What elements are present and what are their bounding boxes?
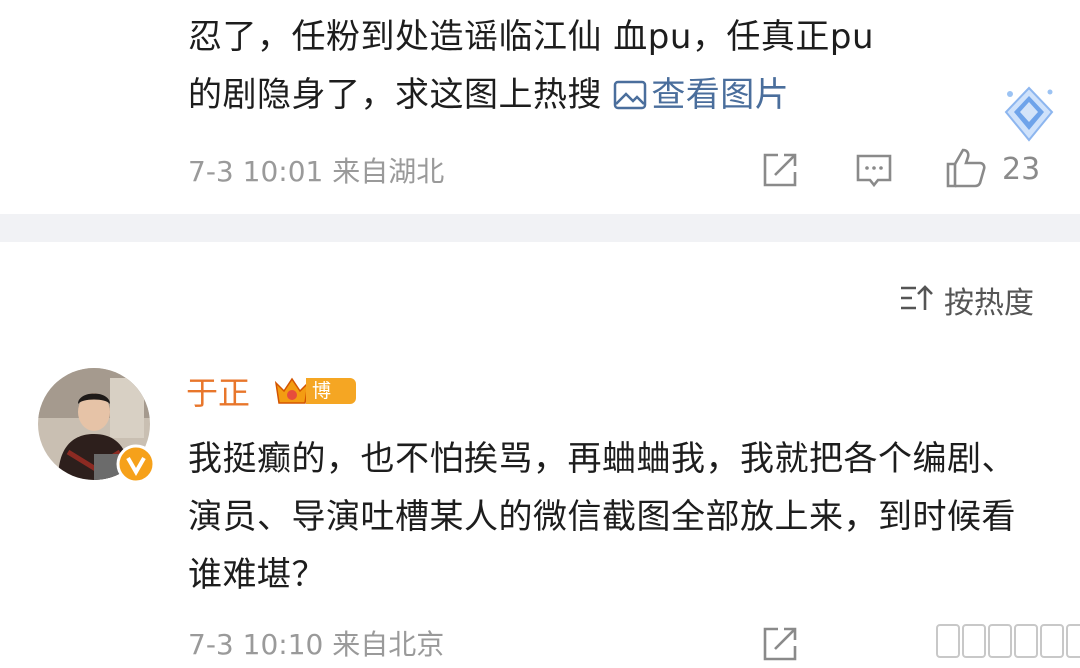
comment-text-line: 的剧隐身了，求这图上热搜 查看图片 (188, 66, 1008, 128)
comment-text-line: 忍了，任粉到处造谣临江仙 血pu，任真正pu (188, 17, 875, 57)
comment-text: 忍了，任粉到处造谣临江仙 血pu，任真正pu 的剧隐身了，求这图上热搜 查看图片 (188, 8, 1008, 128)
diamond-icon (996, 82, 1062, 148)
watermark-glyph (1040, 624, 1064, 658)
watermark-glyph (988, 624, 1012, 658)
comment-timestamp: 7-3 10:01 (188, 155, 324, 188)
verified-icon (116, 444, 156, 484)
top-comment: 忍了，任粉到处造谣临江仙 血pu，任真正pu 的剧隐身了，求这图上热搜 查看图片… (0, 0, 1080, 214)
comment-meta: 7-3 10:01 来自湖北 (188, 150, 444, 190)
comment-text: 我挺癫的，也不怕挨骂，再蛐蛐我，我就把各个编剧、演员、导演吐槽某人的微信截图全部… (188, 439, 1016, 595)
watermark-glyph (1014, 624, 1038, 658)
comment-text-fragment: 的剧隐身了，求这图上热搜 (188, 75, 602, 115)
like-count: 23 (1002, 152, 1041, 187)
watermark-glyph (1066, 624, 1080, 658)
comment-icon[interactable] (854, 150, 896, 192)
share-icon[interactable] (760, 150, 802, 192)
share-icon[interactable] (760, 624, 802, 666)
comment-meta: 7-3 10:10 来自北京 (188, 623, 444, 663)
badge-label: 博主 (306, 378, 356, 428)
blogger-badge: 博主 (272, 374, 356, 428)
username[interactable]: 于正 (186, 368, 250, 414)
image-icon (613, 70, 647, 128)
sort-label: 按热度 (944, 286, 1034, 321)
sort-button[interactable]: 按热度 (898, 280, 1034, 321)
comment-location: 来自北京 (332, 628, 445, 661)
watermark-glyph (936, 624, 960, 658)
comment-location: 来自湖北 (332, 155, 445, 188)
watermark (936, 624, 1080, 662)
view-image-link[interactable]: 查看图片 (613, 75, 789, 115)
watermark-glyph (962, 624, 986, 658)
view-image-label: 查看图片 (651, 75, 790, 115)
comment-timestamp: 7-3 10:10 (188, 628, 324, 661)
like-icon[interactable] (944, 146, 986, 188)
section-divider (0, 214, 1080, 242)
sort-icon (898, 282, 934, 318)
